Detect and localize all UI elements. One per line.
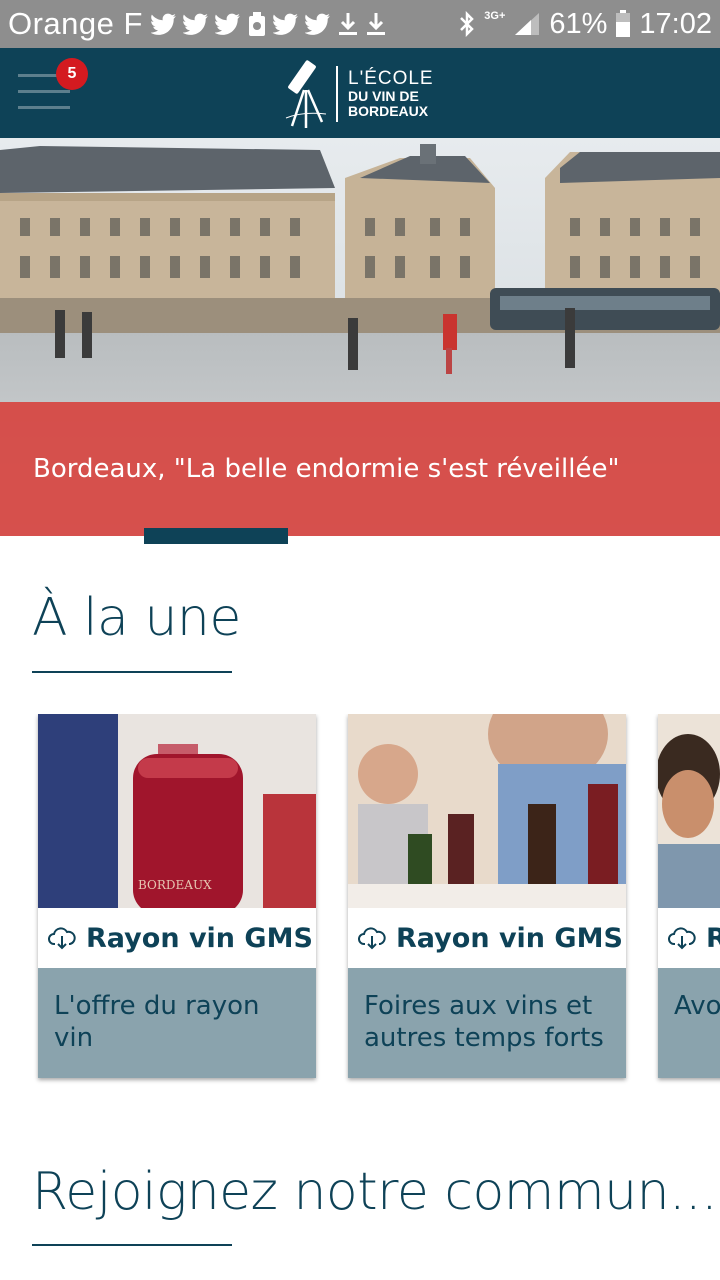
notification-badge: 5 xyxy=(56,58,88,90)
logo-wordmark: L'ÉCOLE DU VIN DE BORDEAUX xyxy=(348,67,434,120)
featured-card[interactable]: BORDEAUX Rayon vin GMS L'offre du rayon … xyxy=(38,714,316,1078)
twitter-icon xyxy=(272,13,298,35)
card-title: Rayon vin GMS xyxy=(86,922,313,954)
logo-separator xyxy=(336,66,338,122)
cleaner-icon xyxy=(248,12,265,36)
logo-line-3: BORDEAUX xyxy=(348,103,429,120)
card-image xyxy=(348,714,626,908)
telescope-icon xyxy=(285,60,327,128)
battery-percent: 61% xyxy=(549,7,608,40)
notification-icons xyxy=(150,11,387,37)
school-logo[interactable]: L'ÉCOLE DU VIN DE BORDEAUX xyxy=(282,56,434,132)
community-section-title: Rejoignez notre commun... xyxy=(32,1162,718,1222)
featured-section-title: À la une xyxy=(32,588,241,648)
cloud-download-icon xyxy=(668,927,696,950)
app-header: 5 L'ÉCOLE DU VIN DE BORDEAUX xyxy=(0,48,720,138)
card-header: Rayon vin GMS xyxy=(348,908,626,968)
hero-banner[interactable]: Bordeaux, "La belle endormie s'est révei… xyxy=(0,138,720,536)
carousel-indicator xyxy=(144,528,288,544)
logo-line-1: L'ÉCOLE xyxy=(348,67,434,89)
logo-line-2: DU VIN DE xyxy=(348,88,419,105)
carrier-name: Orange F xyxy=(8,6,143,41)
twitter-icon xyxy=(304,13,330,35)
clock: 17:02 xyxy=(639,7,712,40)
card-header: Rayon vin GMS xyxy=(658,908,720,968)
download-icon xyxy=(338,13,357,35)
status-bar: Orange F 3G+ 61% 17:02 xyxy=(0,0,720,48)
signal-icon xyxy=(515,13,540,35)
menu-button[interactable]: 5 xyxy=(18,58,88,116)
card-image xyxy=(658,714,720,908)
card-title: Rayon vin GMS xyxy=(706,922,720,954)
twitter-icon xyxy=(182,13,208,35)
menu-icon-line xyxy=(18,90,70,93)
cloud-download-icon xyxy=(358,927,386,950)
featured-card[interactable]: Rayon vin GMS Avoir une offre xyxy=(658,714,720,1078)
card-header: Rayon vin GMS xyxy=(38,908,316,968)
card-description: Foires aux vins et autres temps forts xyxy=(348,968,626,1078)
card-title: Rayon vin GMS xyxy=(396,922,623,954)
card-image: BORDEAUX xyxy=(38,714,316,908)
cloud-download-icon xyxy=(48,927,76,950)
battery-icon xyxy=(616,10,631,37)
download-icon xyxy=(366,13,385,35)
svg-text:BORDEAUX: BORDEAUX xyxy=(138,878,212,892)
network-type: 3G+ xyxy=(484,9,506,22)
card-description: Avoir une offre xyxy=(658,968,720,1078)
system-indicators: 3G+ 61% 17:02 xyxy=(458,8,712,41)
featured-title-underline xyxy=(32,671,232,673)
featured-carousel[interactable]: BORDEAUX Rayon vin GMS L'offre du rayon … xyxy=(0,714,720,1094)
menu-icon-line xyxy=(18,106,70,109)
featured-card[interactable]: Rayon vin GMS Foires aux vins et autres … xyxy=(348,714,626,1078)
twitter-icon xyxy=(214,13,240,35)
bluetooth-icon xyxy=(460,11,475,37)
twitter-icon xyxy=(150,13,176,35)
hero-caption: Bordeaux, "La belle endormie s'est révei… xyxy=(0,402,720,536)
community-title-underline xyxy=(32,1244,232,1246)
card-description: L'offre du rayon vin xyxy=(38,968,316,1078)
